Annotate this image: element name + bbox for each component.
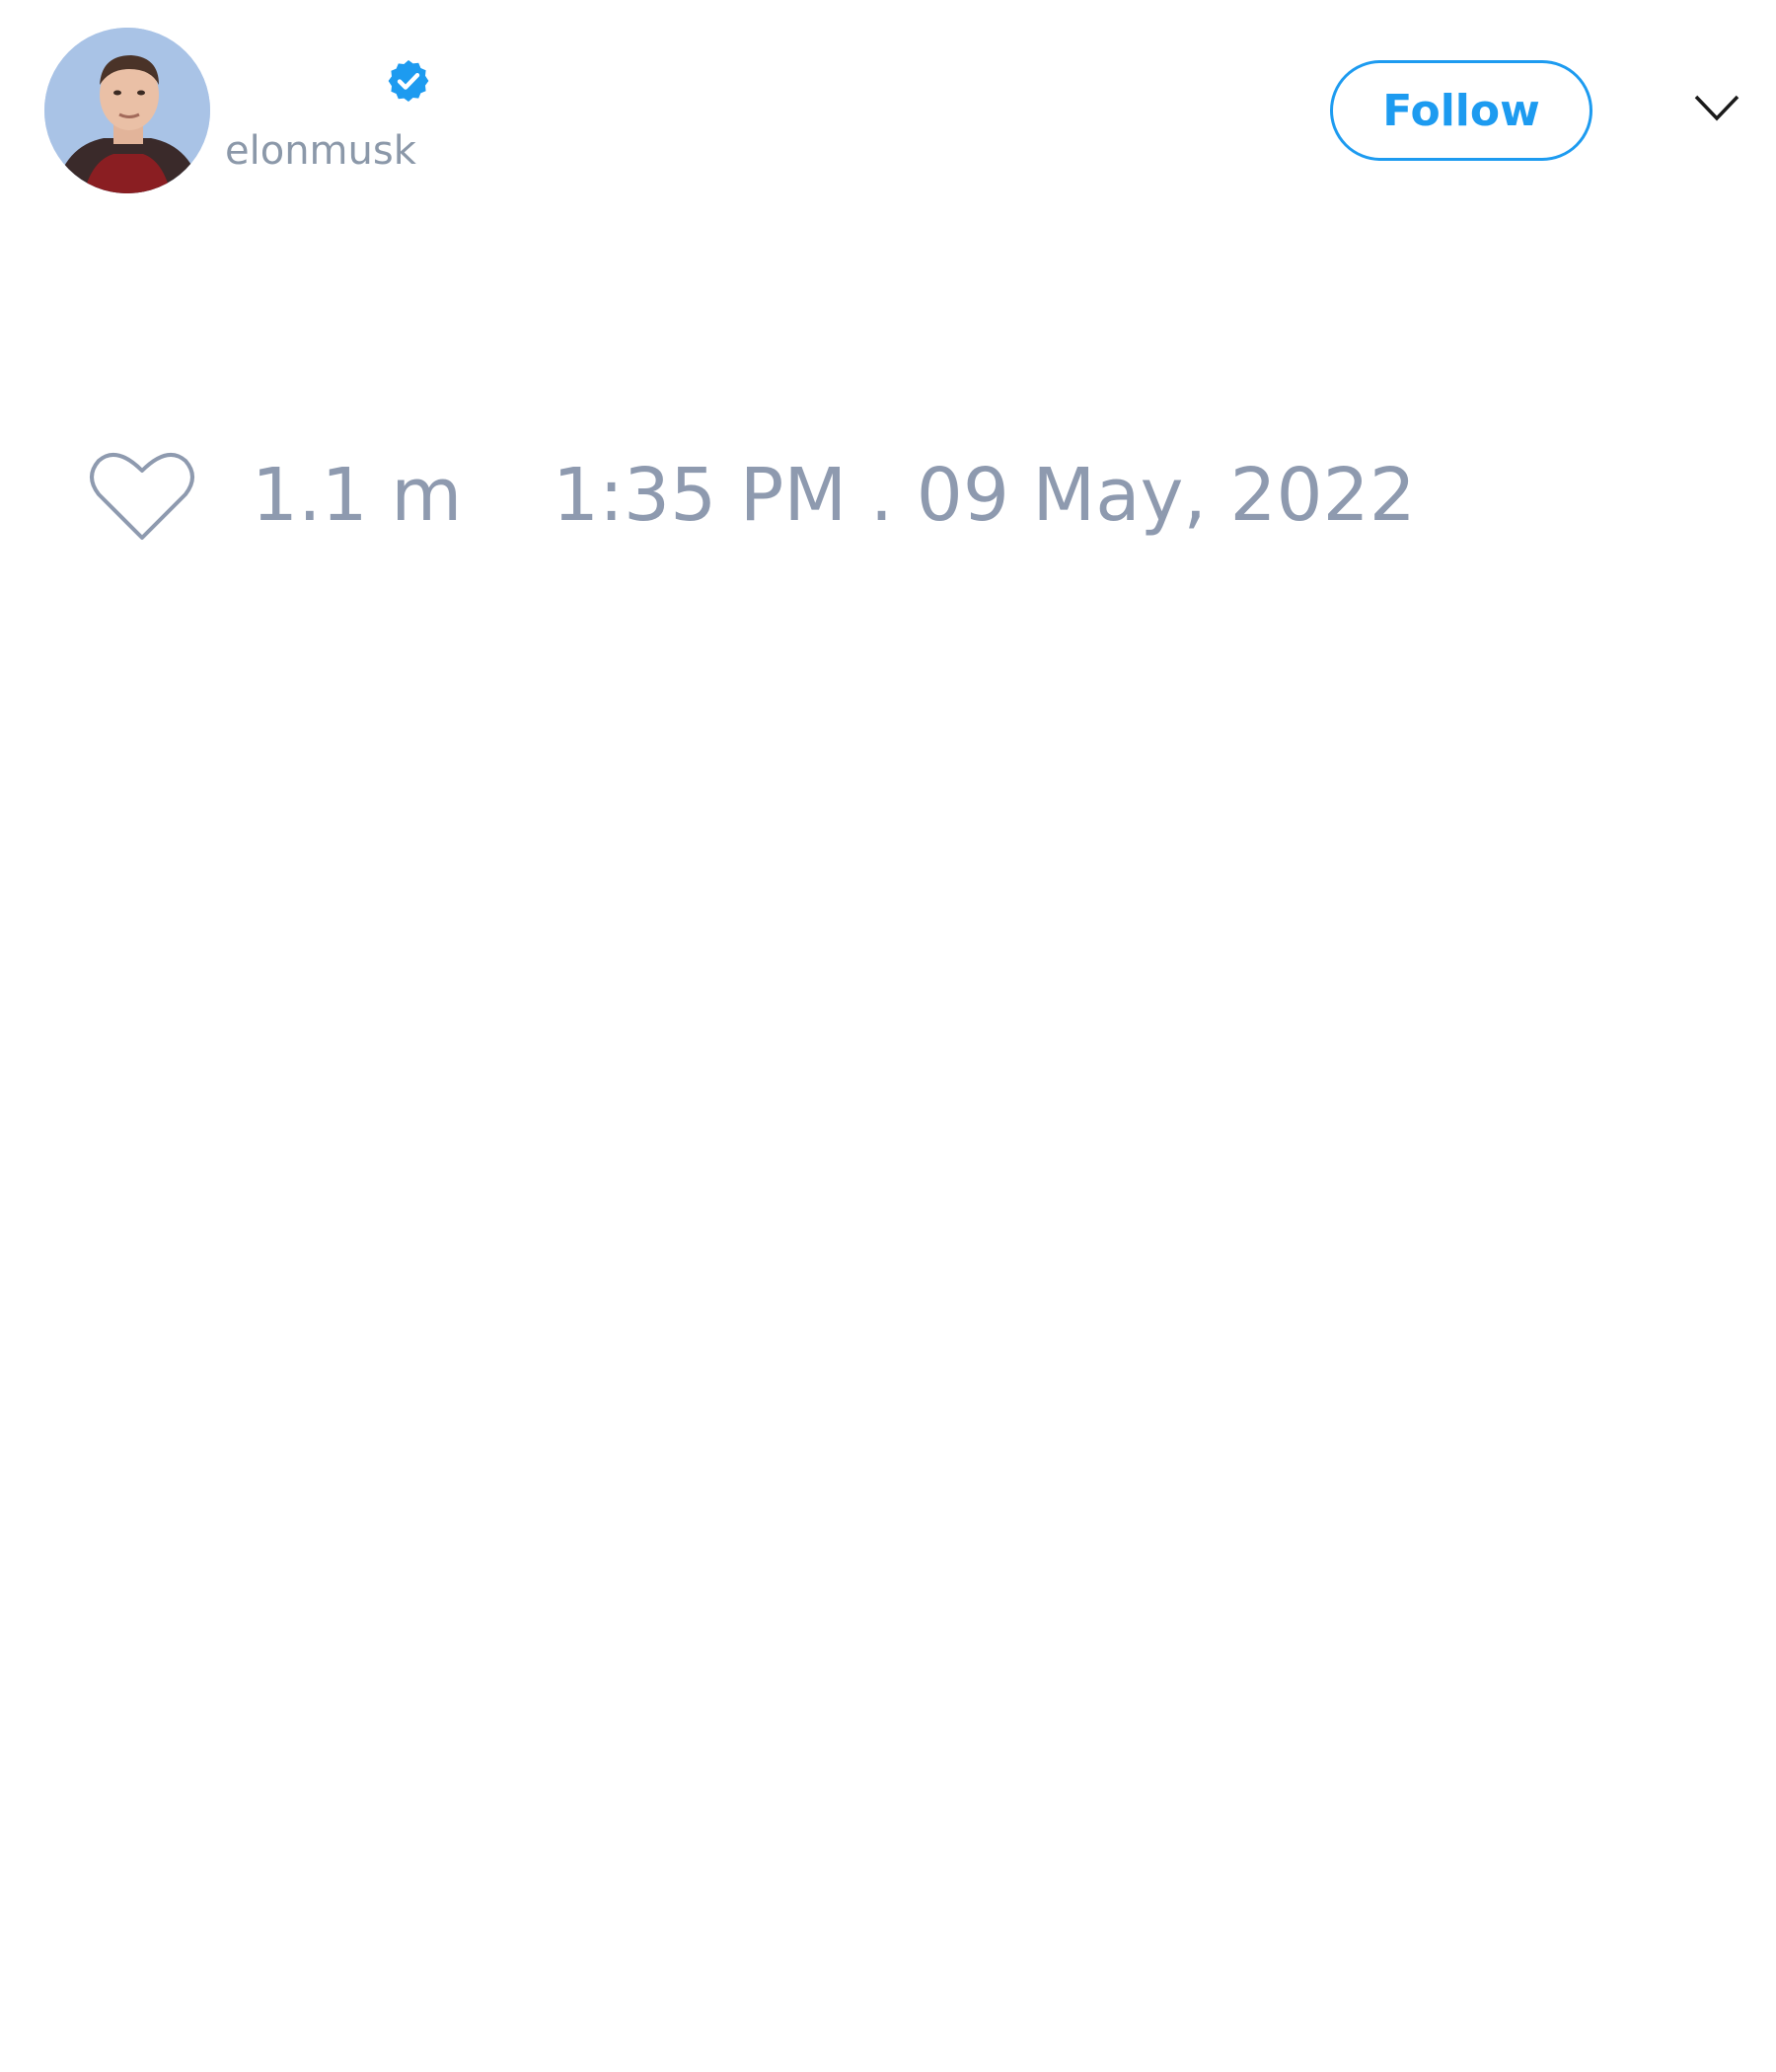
verified-badge-icon xyxy=(388,60,429,102)
heart-icon[interactable] xyxy=(89,447,195,542)
follow-button[interactable]: Follow xyxy=(1330,60,1592,161)
avatar-photo xyxy=(44,28,210,193)
tweet-card: elonmusk Follow 1.1 m 1:35 PM . 09 May, … xyxy=(0,0,1776,2072)
tweet-timestamp[interactable]: 1:35 PM . 09 May, 2022 xyxy=(553,454,1416,537)
chevron-down-icon[interactable] xyxy=(1693,91,1740,126)
like-count: 1.1 m xyxy=(252,453,463,538)
author-handle[interactable]: elonmusk xyxy=(225,126,416,176)
avatar[interactable] xyxy=(44,28,210,193)
